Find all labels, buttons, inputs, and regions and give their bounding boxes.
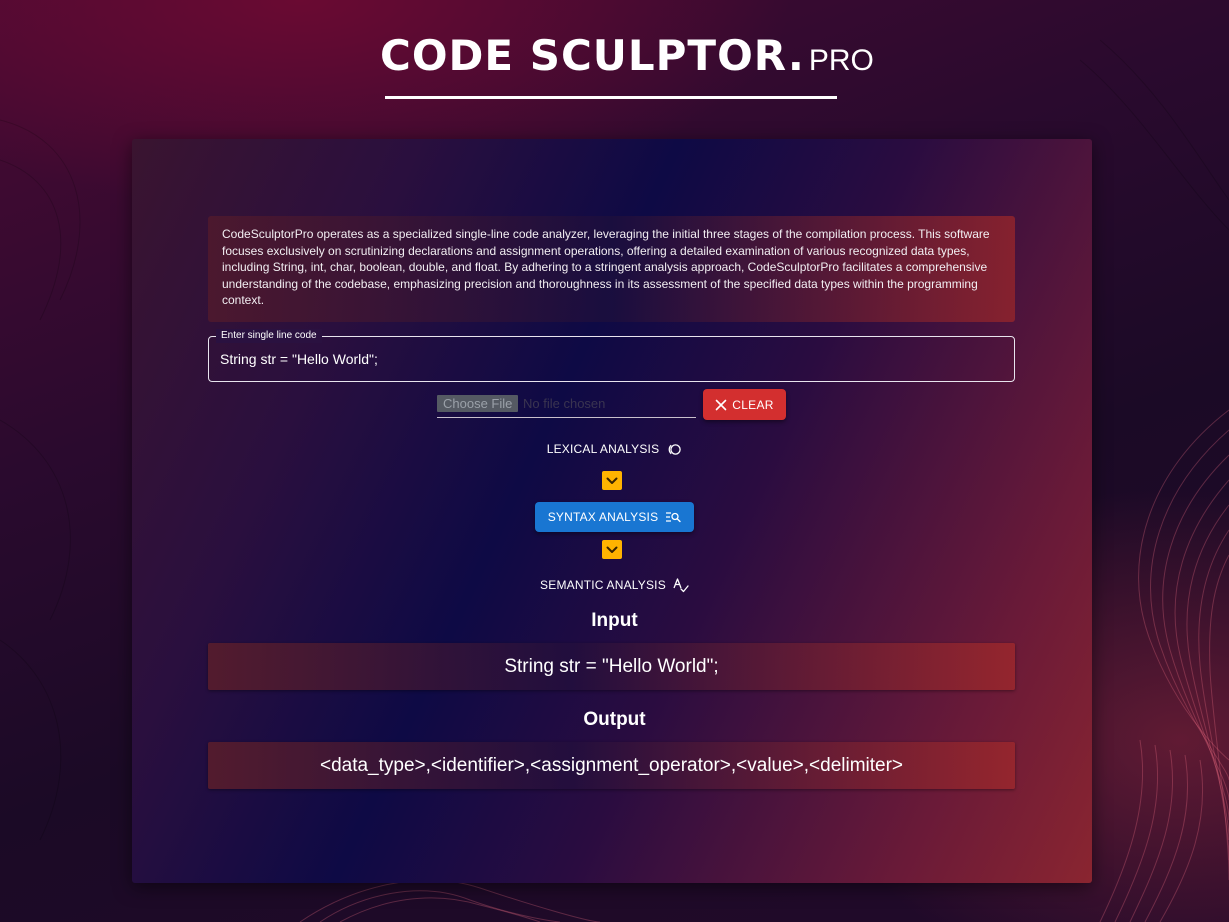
choose-file-button[interactable]: Choose File bbox=[437, 395, 519, 412]
step-lexical-label: LEXICAL ANALYSIS bbox=[546, 442, 660, 456]
file-input[interactable]: Choose File No file chosen bbox=[437, 394, 696, 418]
chevron-down-icon bbox=[602, 540, 622, 559]
close-icon bbox=[715, 399, 727, 410]
input-display: String str = "Hello World"; bbox=[208, 643, 1015, 690]
output-section-title: Output bbox=[583, 709, 646, 730]
syntax-analysis-button[interactable]: SYNTAX ANALYSIS bbox=[534, 502, 695, 532]
step-syntax-analysis[interactable]: SYNTAX ANALYSIS bbox=[0, 502, 1229, 532]
description-text: CodeSculptorPro operates as a specialize… bbox=[208, 216, 1015, 322]
logo-suffix: PRO bbox=[808, 44, 874, 77]
step-lexical-analysis[interactable]: LEXICAL ANALYSIS bbox=[0, 439, 1229, 459]
code-input-value[interactable]: String str = "Hello World"; bbox=[220, 351, 378, 367]
step-semantic-label: SEMANTIC ANALYSIS bbox=[540, 578, 666, 592]
logo-main: CODE SCULPTOR. bbox=[380, 31, 805, 80]
file-status-text: No file chosen bbox=[523, 396, 606, 411]
chevron-down-icon bbox=[602, 471, 622, 490]
token-icon bbox=[666, 443, 682, 456]
clear-button[interactable]: CLEAR bbox=[703, 389, 786, 420]
spellcheck-icon bbox=[673, 577, 689, 593]
code-input-label: Enter single line code bbox=[216, 329, 322, 343]
logo-underline bbox=[385, 96, 837, 99]
logo-text: CODE SCULPTOR. PRO bbox=[380, 30, 874, 87]
input-section-title: Input bbox=[591, 610, 638, 631]
manage-search-icon bbox=[665, 511, 681, 523]
output-display: <data_type>,<identifier>,<assignment_ope… bbox=[208, 742, 1015, 789]
clear-button-label: CLEAR bbox=[732, 397, 774, 412]
app-logo: CODE SCULPTOR. PRO bbox=[380, 30, 874, 100]
step-syntax-label: SYNTAX ANALYSIS bbox=[547, 510, 659, 524]
code-input-field[interactable]: Enter single line code String str = "Hel… bbox=[208, 329, 1015, 382]
step-semantic-analysis[interactable]: SEMANTIC ANALYSIS bbox=[0, 575, 1229, 595]
